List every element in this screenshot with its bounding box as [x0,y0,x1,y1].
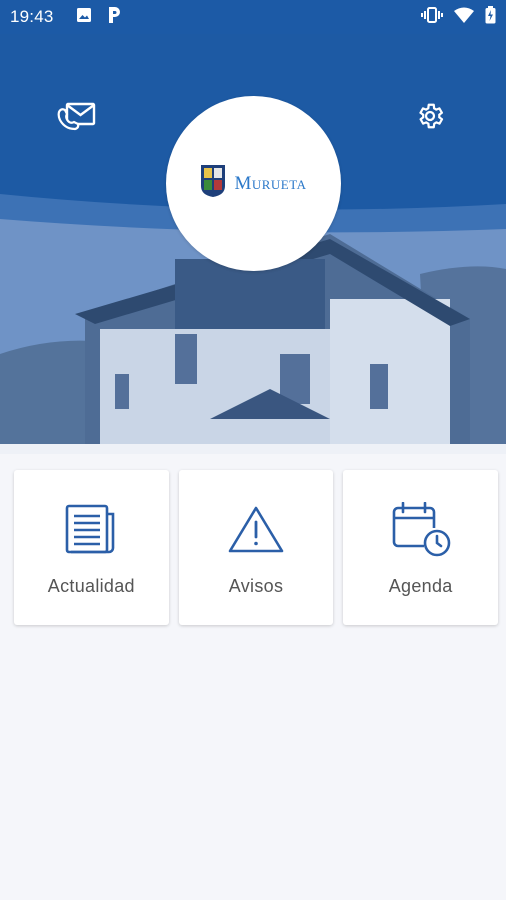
settings-button[interactable] [408,96,452,140]
card-avisos[interactable]: Avisos [178,470,334,625]
contact-button[interactable] [55,96,99,140]
logo-text: Murueta [234,172,307,194]
status-time: 19:43 [10,7,54,26]
parking-icon [106,6,122,29]
card-label: Avisos [228,576,284,596]
vibrate-icon [421,6,443,28]
mail-phone-icon [57,100,97,137]
battery-icon [485,5,496,29]
menu-cards: Actualidad Avisos Agenda [14,470,499,625]
status-right-icons [421,5,496,29]
coat-of-arms-icon [200,164,226,203]
image-icon [76,7,92,28]
card-label: Actualidad [47,576,135,596]
wifi-icon [454,7,474,28]
calendar-clock-icon [390,502,452,557]
card-label: Agenda [388,576,453,596]
status-bar: 19:43 [0,0,506,34]
gear-icon [415,101,445,136]
warning-icon [227,504,285,556]
status-left-icons [76,6,122,29]
town-logo: Murueta [166,96,341,271]
card-agenda[interactable]: Agenda [343,470,499,625]
card-actualidad[interactable]: Actualidad [14,470,169,625]
newspaper-icon [63,504,119,556]
